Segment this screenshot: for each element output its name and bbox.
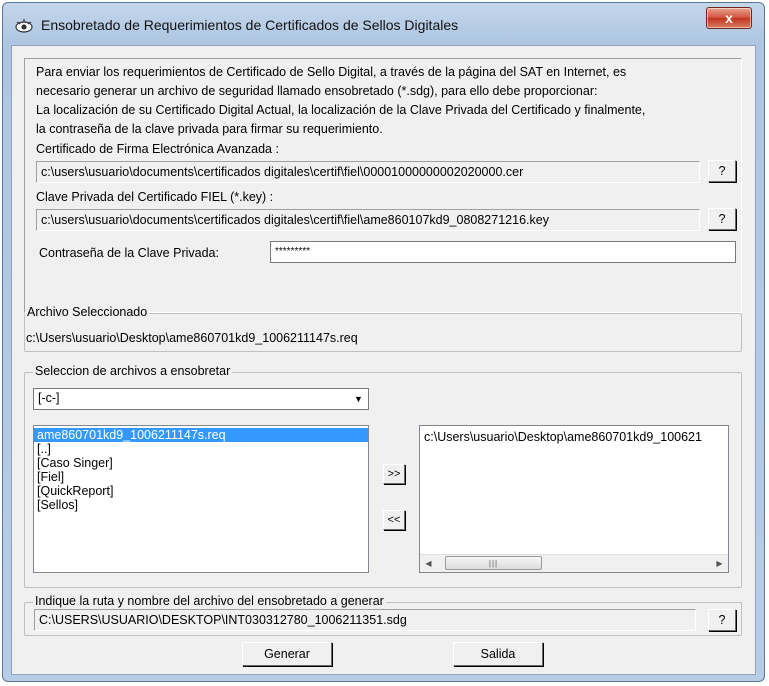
chosen-file-list[interactable]: c:\Users\usuario\Desktop\ame860701kd9_10…: [419, 425, 729, 573]
certificate-path-field[interactable]: c:\users\usuario\documents\certificados …: [36, 161, 700, 183]
password-input[interactable]: *********: [270, 241, 736, 263]
drive-select[interactable]: [-c-] ▼: [33, 388, 369, 410]
drive-select-value: [-c-]: [38, 391, 60, 405]
generate-button[interactable]: Generar: [242, 642, 332, 666]
dialog-client-area: Para enviar los requerimientos de Certif…: [11, 45, 756, 675]
selected-file-path: c:\Users\usuario\Desktop\ame860701kd9_10…: [26, 331, 358, 345]
file-selection-group: Seleccion de archivos a ensobretar [-c-]…: [24, 364, 742, 588]
exit-button[interactable]: Salida: [453, 642, 543, 666]
instructions-line: La localización de su Certificado Digita…: [36, 103, 646, 117]
instructions-line: Para enviar los requerimientos de Certif…: [36, 65, 627, 79]
chevron-down-icon[interactable]: ▼: [350, 390, 367, 408]
list-item[interactable]: c:\Users\usuario\Desktop\ame860701kd9_10…: [420, 430, 728, 444]
close-button[interactable]: x: [706, 7, 752, 29]
remove-file-button[interactable]: <<: [383, 510, 405, 530]
window-title: Ensobretado de Requerimientos de Certifi…: [41, 17, 459, 33]
arrow-right-icon[interactable]: ▶: [711, 555, 728, 572]
list-item[interactable]: [Caso Singer]: [34, 456, 368, 470]
add-file-button[interactable]: >>: [383, 464, 405, 484]
output-group: Indique la ruta y nombre del archivo del…: [24, 594, 742, 636]
scrollbar-thumb[interactable]: |||: [445, 556, 542, 570]
output-browse-button[interactable]: ?: [708, 609, 736, 631]
credentials-panel: Para enviar los requerimientos de Certif…: [24, 58, 742, 313]
title-bar: Ensobretado de Requerimientos de Certifi…: [3, 3, 764, 45]
instructions: Para enviar los requerimientos de Certif…: [36, 63, 736, 139]
private-key-path-field[interactable]: c:\users\usuario\documents\certificados …: [36, 209, 700, 231]
list-item[interactable]: ame860701kd9_1006211147s.req: [34, 428, 368, 442]
list-item[interactable]: [Sellos]: [34, 498, 368, 512]
file-selection-group-title: Seleccion de archivos a ensobretar: [33, 364, 233, 378]
private-key-browse-button[interactable]: ?: [708, 208, 736, 230]
certificate-browse-button[interactable]: ?: [708, 160, 736, 182]
instructions-line: la contraseña de la clave privada para f…: [36, 122, 383, 136]
certificate-label: Certificado de Firma Electrónica Avanzad…: [36, 142, 279, 156]
list-item[interactable]: [Fiel]: [34, 470, 368, 484]
list-item[interactable]: [..]: [34, 442, 368, 456]
horizontal-scrollbar[interactable]: ◀ ||| ▶: [420, 554, 728, 572]
output-group-title: Indique la ruta y nombre del archivo del…: [33, 594, 386, 608]
arrow-left-icon[interactable]: ◀: [420, 555, 437, 572]
list-item[interactable]: [QuickReport]: [34, 484, 368, 498]
private-key-label: Clave Privada del Certificado FIEL (*.ke…: [36, 190, 274, 204]
instructions-line: necesario generar un archivo de segurida…: [36, 84, 598, 98]
eye-icon: [15, 19, 33, 33]
source-file-list[interactable]: ame860701kd9_1006211147s.req [..] [Caso …: [33, 425, 369, 573]
selected-file-group: Archivo Seleccionado c:\Users\usuario\De…: [24, 305, 742, 352]
selected-file-group-title: Archivo Seleccionado: [25, 305, 150, 319]
output-path-field[interactable]: C:\USERS\USUARIO\DESKTOP\INT030312780_10…: [34, 609, 696, 631]
close-icon: x: [725, 10, 733, 26]
dialog-window: Ensobretado de Requerimientos de Certifi…: [2, 2, 765, 682]
password-label: Contraseña de la Clave Privada:: [39, 246, 219, 260]
